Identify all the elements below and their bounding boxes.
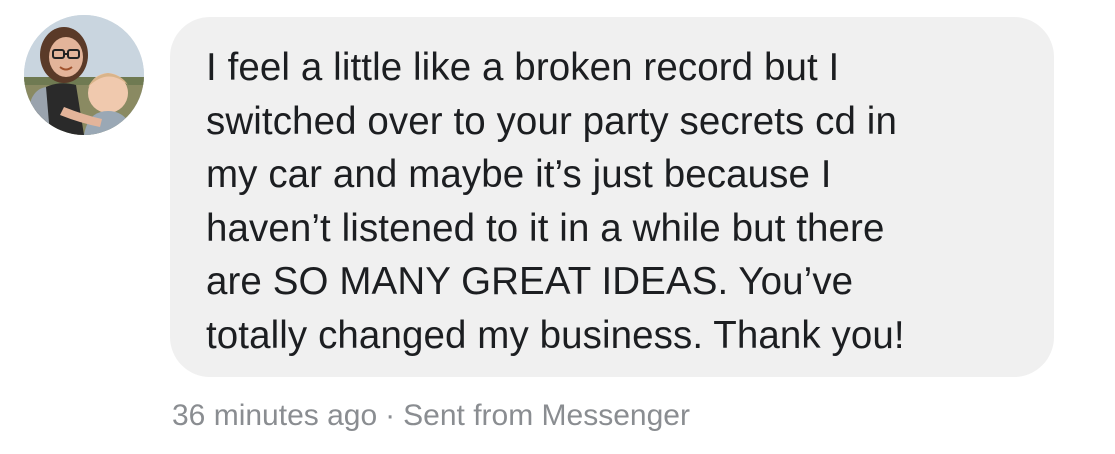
meta-separator: · bbox=[385, 399, 396, 432]
comment-text-line: haven’t listened to it in a while but th… bbox=[206, 206, 885, 250]
comment-text-line: switched over to your party secrets cd i… bbox=[206, 99, 897, 143]
comment-text-line: totally changed my business. Thank you! bbox=[206, 313, 905, 357]
comment-text-line: my car and maybe it’s just because I bbox=[206, 153, 832, 196]
comment-meta: 36 minutes ago · Sent from Messenger bbox=[172, 396, 690, 436]
comment-text: I feel a little like a broken record but… bbox=[206, 41, 1024, 362]
comment-text-line: are SO MANY GREAT IDEAS. You’ve bbox=[206, 260, 854, 303]
timestamp[interactable]: 36 minutes ago bbox=[172, 399, 377, 432]
comment-bubble[interactable]: I feel a little like a broken record but… bbox=[170, 17, 1054, 377]
source-label: Sent from Messenger bbox=[403, 399, 690, 432]
avatar[interactable] bbox=[24, 15, 144, 135]
comment-text-line: I feel a little like a broken record but… bbox=[206, 46, 840, 89]
profile-photo-icon bbox=[24, 15, 144, 135]
